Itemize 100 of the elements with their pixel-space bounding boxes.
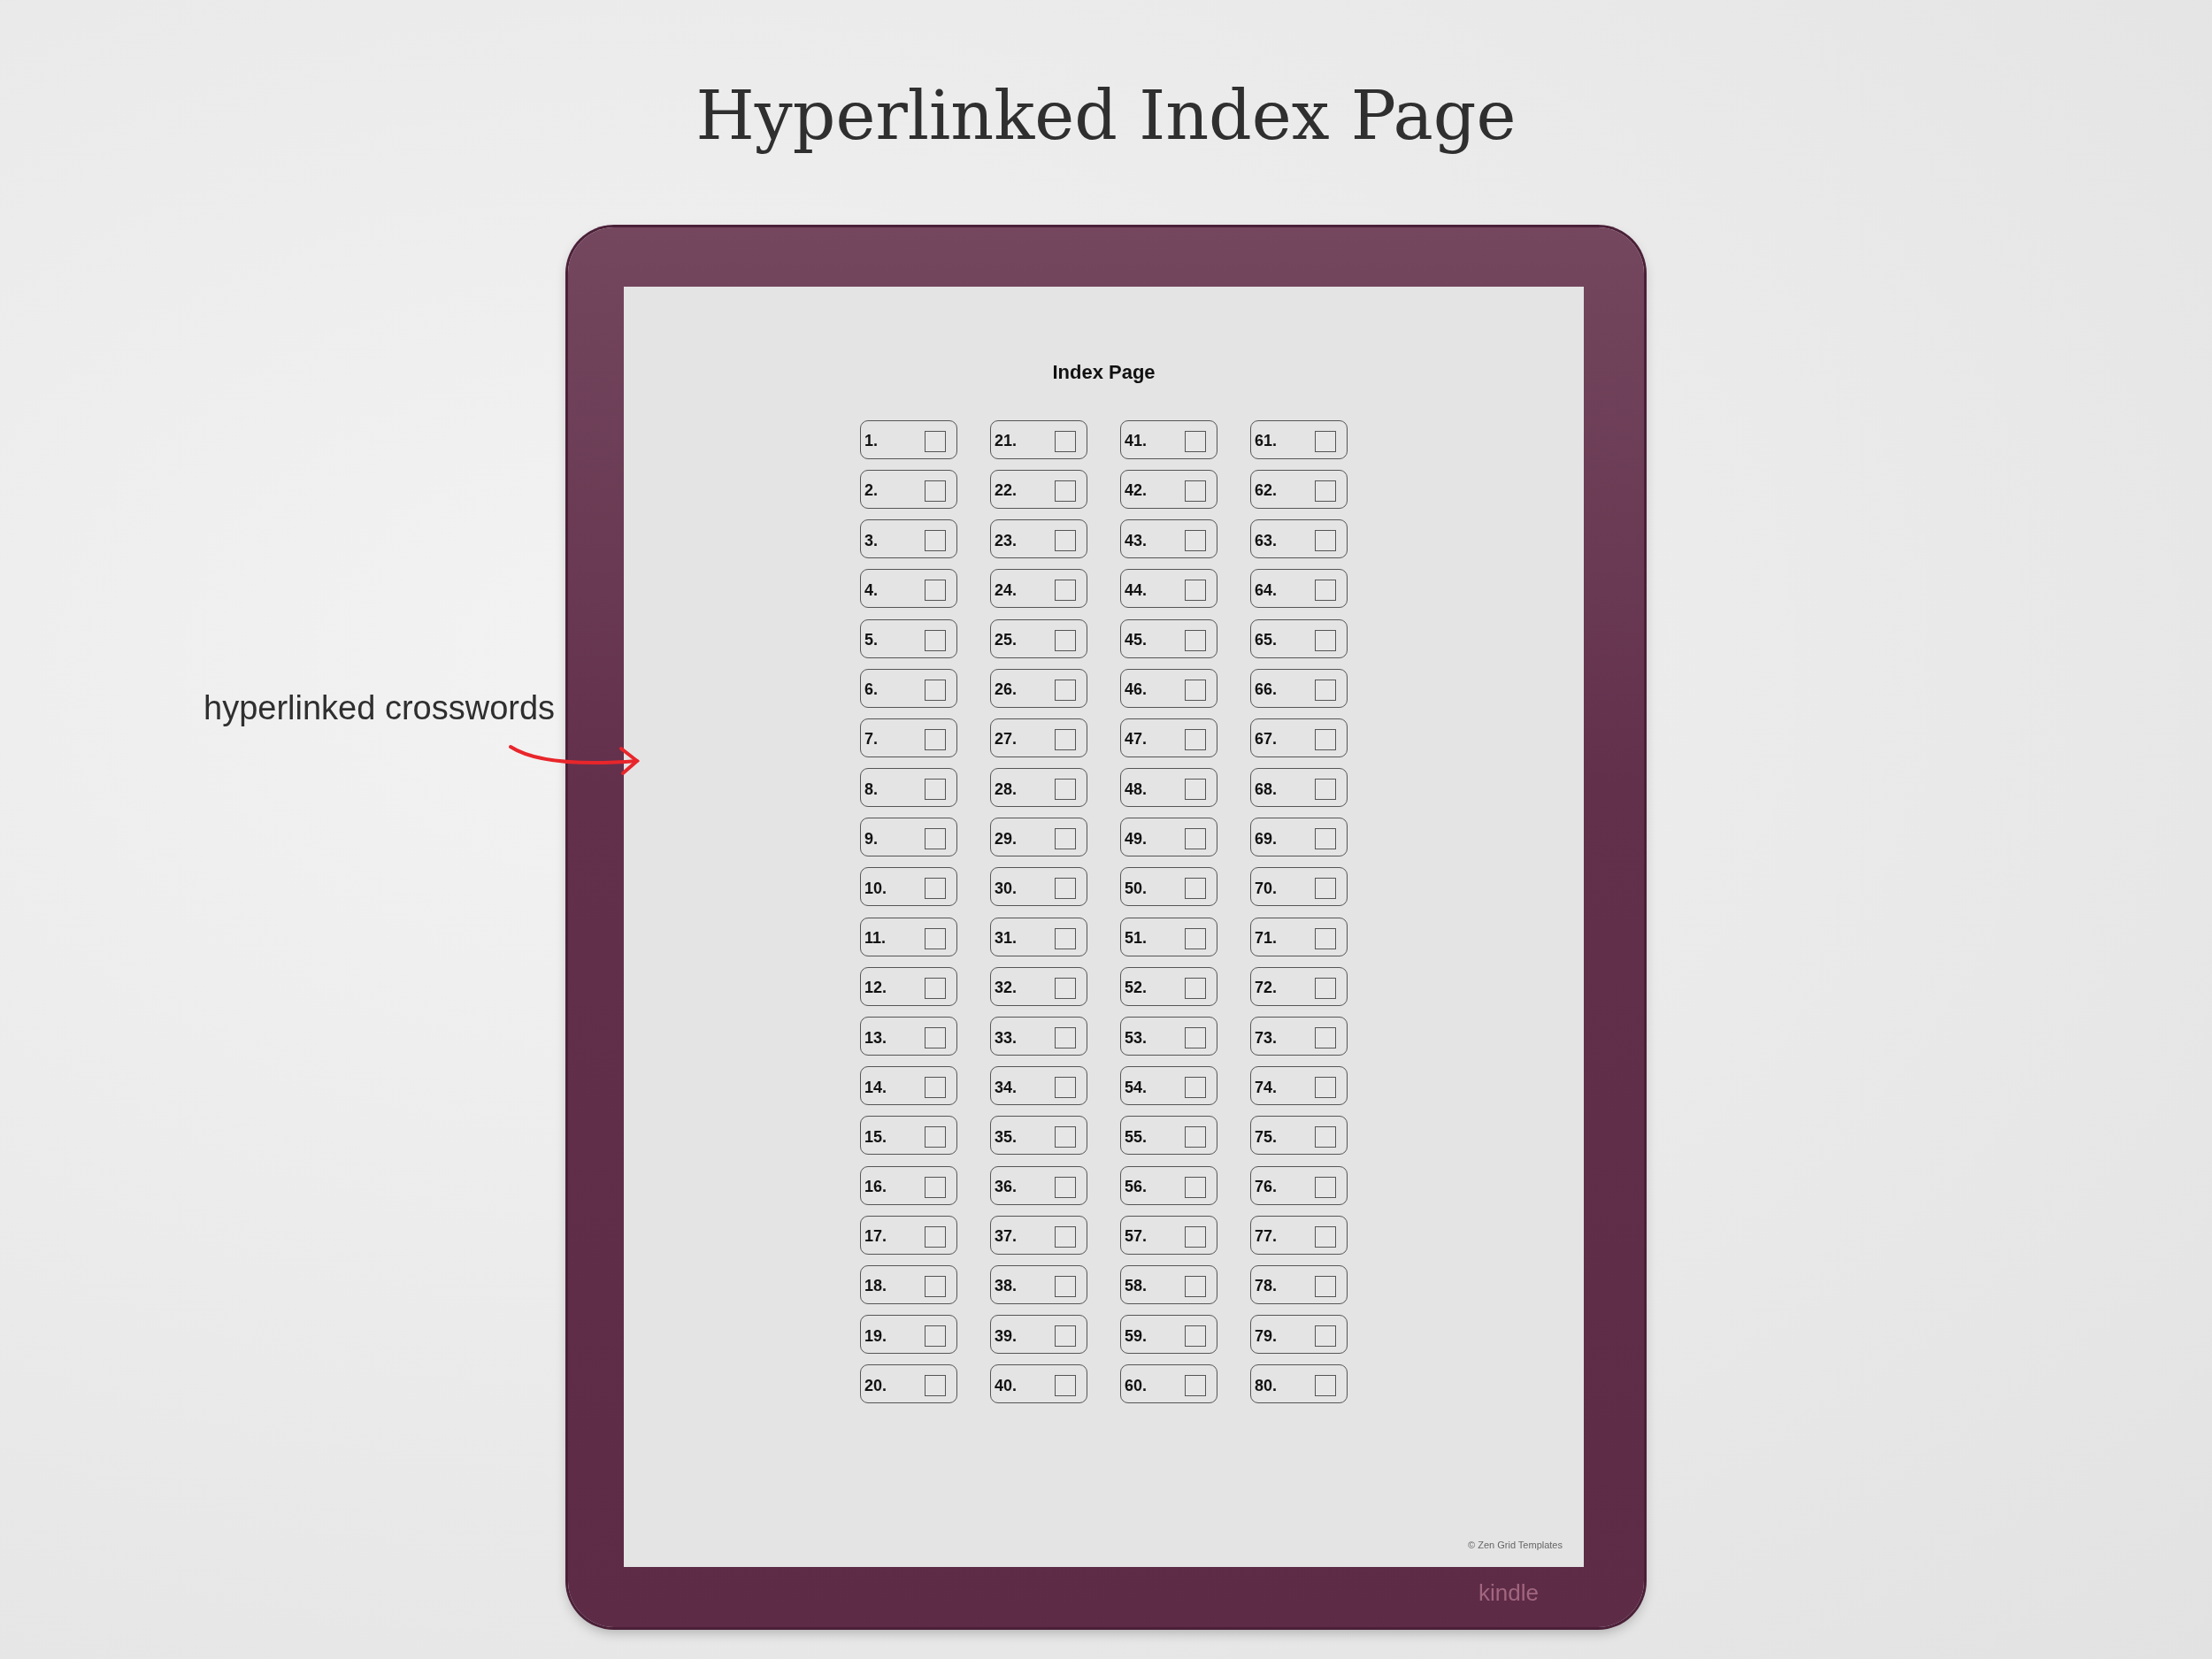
checkbox[interactable] [1055, 430, 1076, 452]
checkbox[interactable] [925, 878, 946, 900]
checkbox[interactable] [1055, 1077, 1076, 1099]
checkbox[interactable] [925, 1325, 946, 1348]
index-link-box[interactable]: 43. [1120, 519, 1217, 559]
checkbox[interactable] [925, 779, 946, 801]
checkbox[interactable] [1315, 878, 1336, 900]
checkbox[interactable] [1315, 629, 1336, 651]
index-link-box[interactable]: 35. [990, 1116, 1087, 1156]
index-link-box[interactable]: 57. [1120, 1215, 1217, 1255]
index-link-box[interactable]: 6. [860, 668, 957, 708]
index-link-box[interactable]: 27. [990, 718, 1087, 757]
index-link-box[interactable]: 10. [860, 867, 957, 907]
checkbox[interactable] [1185, 1126, 1206, 1148]
index-link-box[interactable]: 63. [1250, 519, 1348, 559]
checkbox[interactable] [925, 1126, 946, 1148]
index-link-box[interactable]: 58. [1120, 1265, 1217, 1304]
checkbox[interactable] [1055, 1225, 1076, 1248]
checkbox[interactable] [1315, 1225, 1336, 1248]
checkbox[interactable] [1185, 1225, 1206, 1248]
checkbox[interactable] [1055, 1375, 1076, 1397]
index-link-box[interactable]: 69. [1250, 818, 1348, 857]
index-link-box[interactable]: 23. [990, 519, 1087, 559]
checkbox[interactable] [925, 629, 946, 651]
checkbox[interactable] [925, 1375, 946, 1397]
checkbox[interactable] [1055, 1027, 1076, 1049]
checkbox[interactable] [1315, 728, 1336, 750]
index-link-box[interactable]: 40. [990, 1364, 1087, 1404]
index-link-box[interactable]: 53. [1120, 1017, 1217, 1056]
index-link-box[interactable]: 68. [1250, 768, 1348, 808]
checkbox[interactable] [1315, 679, 1336, 701]
index-link-box[interactable]: 11. [860, 917, 957, 956]
index-link-box[interactable]: 29. [990, 818, 1087, 857]
checkbox[interactable] [1315, 1325, 1336, 1348]
index-link-box[interactable]: 42. [1120, 470, 1217, 509]
checkbox[interactable] [1055, 530, 1076, 552]
checkbox[interactable] [1185, 430, 1206, 452]
index-link-box[interactable]: 75. [1250, 1116, 1348, 1156]
index-link-box[interactable]: 4. [860, 569, 957, 609]
checkbox[interactable] [1185, 977, 1206, 999]
index-link-box[interactable]: 34. [990, 1066, 1087, 1106]
index-link-box[interactable]: 18. [860, 1265, 957, 1304]
index-link-box[interactable]: 31. [990, 917, 1087, 956]
checkbox[interactable] [1185, 878, 1206, 900]
checkbox[interactable] [1315, 927, 1336, 949]
index-link-box[interactable]: 70. [1250, 867, 1348, 907]
index-link-box[interactable]: 67. [1250, 718, 1348, 757]
index-link-box[interactable]: 48. [1120, 768, 1217, 808]
index-link-box[interactable]: 76. [1250, 1165, 1348, 1205]
index-link-box[interactable]: 3. [860, 519, 957, 559]
index-link-box[interactable]: 38. [990, 1265, 1087, 1304]
checkbox[interactable] [925, 1027, 946, 1049]
checkbox[interactable] [925, 1225, 946, 1248]
index-link-box[interactable]: 65. [1250, 618, 1348, 658]
checkbox[interactable] [1185, 828, 1206, 850]
checkbox[interactable] [925, 430, 946, 452]
index-link-box[interactable]: 15. [860, 1116, 957, 1156]
checkbox[interactable] [925, 1176, 946, 1198]
checkbox[interactable] [925, 728, 946, 750]
index-link-box[interactable]: 41. [1120, 419, 1217, 459]
checkbox[interactable] [1185, 927, 1206, 949]
index-link-box[interactable]: 60. [1120, 1364, 1217, 1404]
checkbox[interactable] [1315, 580, 1336, 602]
index-link-box[interactable]: 12. [860, 966, 957, 1006]
index-link-box[interactable]: 7. [860, 718, 957, 757]
checkbox[interactable] [1185, 1375, 1206, 1397]
index-link-box[interactable]: 52. [1120, 966, 1217, 1006]
index-link-box[interactable]: 80. [1250, 1364, 1348, 1404]
checkbox[interactable] [1055, 977, 1076, 999]
checkbox[interactable] [1185, 679, 1206, 701]
index-link-box[interactable]: 36. [990, 1165, 1087, 1205]
checkbox[interactable] [1055, 1176, 1076, 1198]
checkbox[interactable] [1185, 1276, 1206, 1297]
index-link-box[interactable]: 74. [1250, 1066, 1348, 1106]
index-link-box[interactable]: 47. [1120, 718, 1217, 757]
index-link-box[interactable]: 26. [990, 668, 1087, 708]
checkbox[interactable] [1315, 1077, 1336, 1099]
checkbox[interactable] [1315, 779, 1336, 801]
checkbox[interactable] [1055, 1276, 1076, 1297]
index-link-box[interactable]: 44. [1120, 569, 1217, 609]
index-link-box[interactable]: 71. [1250, 917, 1348, 956]
checkbox[interactable] [1185, 580, 1206, 602]
checkbox[interactable] [1055, 828, 1076, 850]
index-link-box[interactable]: 46. [1120, 668, 1217, 708]
index-link-box[interactable]: 37. [990, 1215, 1087, 1255]
index-link-box[interactable]: 24. [990, 569, 1087, 609]
checkbox[interactable] [1055, 779, 1076, 801]
checkbox[interactable] [1055, 580, 1076, 602]
checkbox[interactable] [1185, 1077, 1206, 1099]
index-link-box[interactable]: 54. [1120, 1066, 1217, 1106]
checkbox[interactable] [1315, 977, 1336, 999]
index-link-box[interactable]: 50. [1120, 867, 1217, 907]
index-link-box[interactable]: 49. [1120, 818, 1217, 857]
checkbox[interactable] [1185, 728, 1206, 750]
checkbox[interactable] [1185, 1325, 1206, 1348]
checkbox[interactable] [1055, 1126, 1076, 1148]
index-link-box[interactable]: 77. [1250, 1215, 1348, 1255]
checkbox[interactable] [925, 828, 946, 850]
checkbox[interactable] [1315, 1176, 1336, 1198]
index-link-box[interactable]: 79. [1250, 1315, 1348, 1355]
